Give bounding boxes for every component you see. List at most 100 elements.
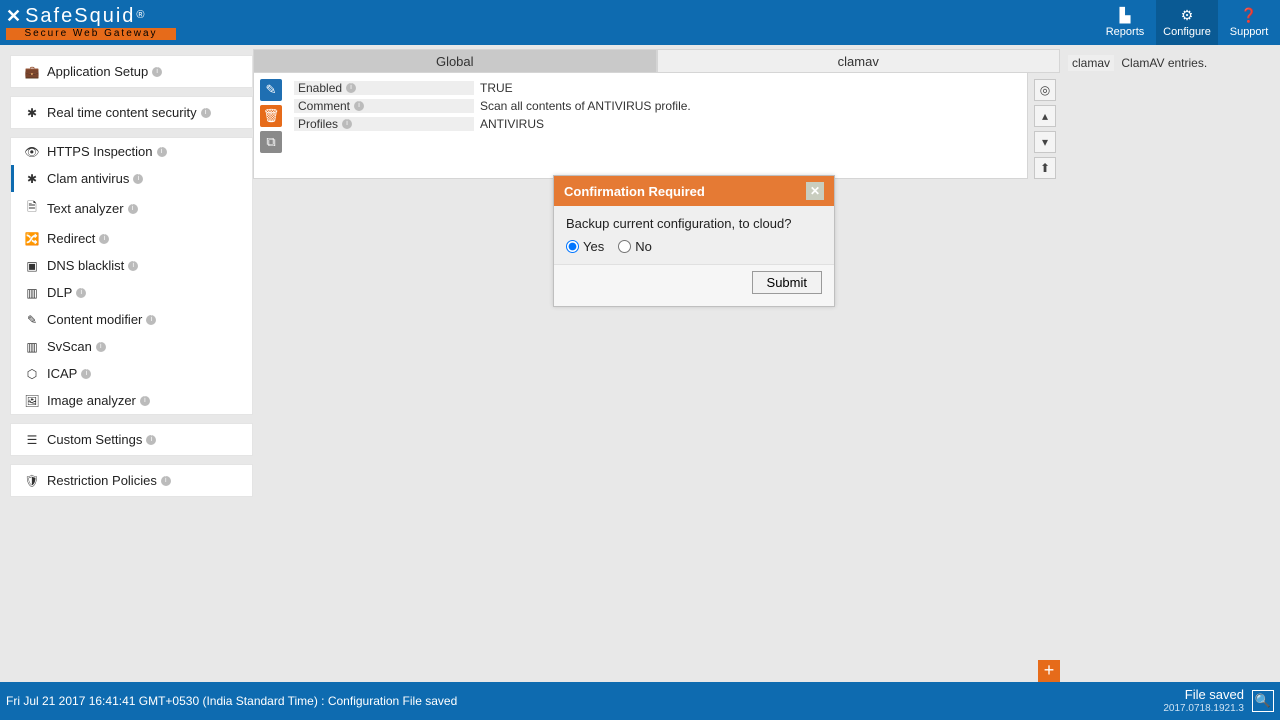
radio-no[interactable] xyxy=(618,240,631,253)
topnav-configure[interactable]: ⚙ Configure xyxy=(1156,0,1218,45)
text-icon: 🗎 xyxy=(23,198,41,219)
info-icon[interactable]: i xyxy=(133,174,143,184)
info-icon[interactable]: i xyxy=(146,435,156,445)
sidebar-item-redirect[interactable]: 🔀 Redirect i xyxy=(11,225,252,252)
sidebar-item-label: ICAP xyxy=(47,366,77,381)
move-down-button[interactable]: ▾ xyxy=(1034,131,1056,153)
clone-button[interactable]: ⧉ xyxy=(260,131,282,153)
sidebar-item-icap[interactable]: ⬡ ICAP i xyxy=(11,360,252,387)
info-icon[interactable]: i xyxy=(146,315,156,325)
sidebar-item-image-analyzer[interactable]: 🖼 Image analyzer i xyxy=(11,387,252,414)
caret-down-icon: ▾ xyxy=(1042,135,1048,149)
dialog-message: Backup current configuration, to cloud? xyxy=(566,216,822,231)
info-icon[interactable]: i xyxy=(152,67,162,77)
asterisk-icon: ✱ xyxy=(23,172,41,186)
shuffle-icon: 🔀 xyxy=(23,232,41,246)
eye-icon: 👁 xyxy=(23,145,41,159)
sidebar-item-label: HTTPS Inspection xyxy=(47,144,153,159)
dialog-close-button[interactable]: ✕ xyxy=(806,182,824,200)
topnav: ▙ Reports ⚙ Configure ❓ Support xyxy=(1094,0,1280,45)
dialog-submit-button[interactable]: Submit xyxy=(752,271,822,294)
field-key: Enabled xyxy=(298,81,342,95)
target-icon: ◎ xyxy=(1040,83,1050,97)
radio-no-label: No xyxy=(635,239,652,254)
sidebar-item-label: Image analyzer xyxy=(47,393,136,408)
file-saved-label: File saved xyxy=(1185,687,1244,703)
tab-global[interactable]: Global xyxy=(253,49,657,73)
topnav-configure-label: Configure xyxy=(1163,26,1211,38)
confirmation-dialog: Confirmation Required ✕ Backup current c… xyxy=(553,175,835,307)
info-icon[interactable]: i xyxy=(161,476,171,486)
upload-button[interactable]: ⬆ xyxy=(1034,157,1056,179)
brand-tagline: Secure Web Gateway xyxy=(6,28,176,40)
info-icon[interactable]: i xyxy=(201,108,211,118)
close-icon: ✕ xyxy=(810,184,820,198)
add-entry-button[interactable]: + xyxy=(1038,660,1060,682)
edit-button[interactable]: ✎ xyxy=(260,79,282,101)
field-value: Scan all contents of ANTIVIRUS profile. xyxy=(474,99,691,113)
trash-icon: 🗑 xyxy=(263,108,280,124)
sidebar-group-label: Restriction Policies xyxy=(47,473,157,488)
sidebar-item-dns-blacklist[interactable]: ▣ DNS blacklist i xyxy=(11,252,252,279)
info-icon[interactable]: i xyxy=(354,101,364,111)
sidebar-item-label: Content modifier xyxy=(47,312,142,327)
sidebar-group-custom-settings[interactable]: ☰ Custom Settings i xyxy=(10,423,253,456)
info-icon[interactable]: i xyxy=(157,147,167,157)
pencil-icon: ✎ xyxy=(266,82,277,98)
info-icon[interactable]: i xyxy=(346,83,356,93)
gears-icon: ⚙ xyxy=(1181,7,1194,24)
sidebar-item-clam-antivirus[interactable]: ✱ Clam antivirus i xyxy=(11,165,252,192)
sidebar-item-content-modifier[interactable]: ✎ Content modifier i xyxy=(11,306,252,333)
field-key: Comment xyxy=(298,99,350,113)
info-icon[interactable]: i xyxy=(76,288,86,298)
sidebar-group-restriction-policies[interactable]: 🛡 Restriction Policies i xyxy=(10,464,253,497)
body: 💼 Application Setup i ✱ Real time conten… xyxy=(0,45,1280,682)
shield-icon: 🛡 xyxy=(23,474,41,488)
sidebar-group-rtcs[interactable]: ✱ Real time content security i xyxy=(10,96,253,129)
entry-fields: Enabledi TRUE Commenti Scan all contents… xyxy=(294,79,1021,172)
sidebar-item-label: Text analyzer xyxy=(47,201,124,216)
sidebar-item-text-analyzer[interactable]: 🗎 Text analyzer i xyxy=(11,192,252,225)
asterisk-icon: ✱ xyxy=(23,106,41,120)
search-icon: 🔍 xyxy=(1255,693,1271,709)
center-panel: Global clamav ✎ 🗑 ⧉ Enabledi TRUE xyxy=(253,49,1060,682)
dialog-option-yes[interactable]: Yes xyxy=(566,239,604,254)
statusbar: Fri Jul 21 2017 16:41:41 GMT+0530 (India… xyxy=(0,682,1280,720)
barcode-icon: ▥ xyxy=(23,340,41,354)
info-icon[interactable]: i xyxy=(99,234,109,244)
field-key: Profiles xyxy=(298,117,338,131)
radio-yes-label: Yes xyxy=(583,239,604,254)
sidebar-item-label: DNS blacklist xyxy=(47,258,124,273)
sidebar-item-https-inspection[interactable]: 👁 HTTPS Inspection i xyxy=(11,138,252,165)
info-icon[interactable]: i xyxy=(140,396,150,406)
entry-actions: ✎ 🗑 ⧉ xyxy=(260,79,286,172)
main: Global clamav ✎ 🗑 ⧉ Enabledi TRUE xyxy=(253,45,1280,682)
version-label: 2017.0718.1921.3 xyxy=(1163,703,1244,715)
move-up-button[interactable]: ▴ xyxy=(1034,105,1056,127)
topnav-reports[interactable]: ▙ Reports xyxy=(1094,0,1156,45)
sidebar-group-application-setup[interactable]: 💼 Application Setup i xyxy=(10,55,253,88)
statusbar-right: File saved 2017.0718.1921.3 🔍 xyxy=(1163,687,1274,715)
sliders-icon: ☰ xyxy=(23,433,41,447)
info-icon[interactable]: i xyxy=(96,342,106,352)
target-button[interactable]: ◎ xyxy=(1034,79,1056,101)
briefcase-icon: 💼 xyxy=(23,65,41,79)
sidebar-item-dlp[interactable]: ▥ DLP i xyxy=(11,279,252,306)
radio-yes[interactable] xyxy=(566,240,579,253)
dialog-option-no[interactable]: No xyxy=(618,239,652,254)
info-icon[interactable]: i xyxy=(128,204,138,214)
search-button[interactable]: 🔍 xyxy=(1252,690,1274,712)
caret-up-icon: ▴ xyxy=(1042,109,1048,123)
delete-button[interactable]: 🗑 xyxy=(260,105,282,127)
brand-name: ✕ SafeSquid ® xyxy=(6,6,176,26)
topnav-support[interactable]: ❓ Support xyxy=(1218,0,1280,45)
chart-icon: ▙ xyxy=(1120,7,1131,24)
tab-label: clamav xyxy=(838,54,879,69)
brand: ✕ SafeSquid ® Secure Web Gateway xyxy=(6,6,176,40)
topnav-support-label: Support xyxy=(1230,26,1269,38)
info-icon[interactable]: i xyxy=(81,369,91,379)
info-icon[interactable]: i xyxy=(128,261,138,271)
sidebar-item-svscan[interactable]: ▥ SvScan i xyxy=(11,333,252,360)
info-icon[interactable]: i xyxy=(342,119,352,129)
tab-clamav[interactable]: clamav xyxy=(657,49,1061,73)
